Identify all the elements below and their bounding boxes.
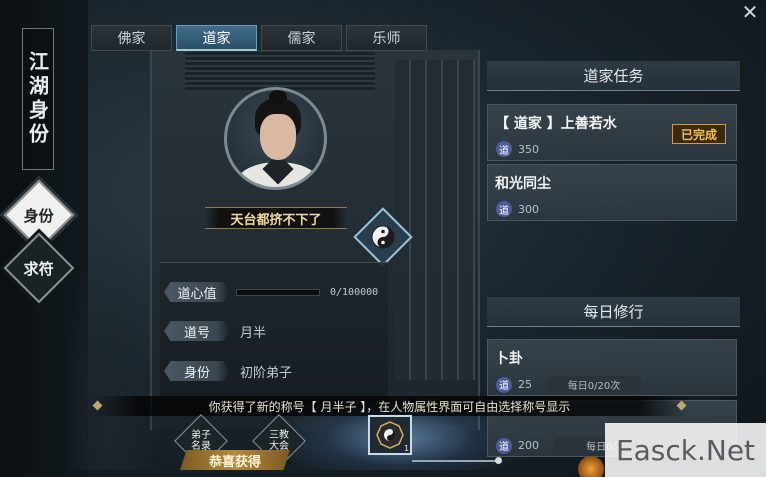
completed-badge: 已完成 [672, 124, 726, 144]
title-obtained-notice: 你获得了新的称号【 月半子 】，在人物属性界面可自由选择称号显示 [92, 396, 687, 416]
close-button[interactable]: ✕ [740, 2, 760, 22]
quest-title: 和光同尘 [495, 176, 551, 192]
tab-taoist[interactable]: 道家 [176, 25, 257, 51]
dao-point-icon: 道 [496, 437, 512, 454]
title-row: 道号 月半 [160, 319, 388, 343]
quest-panel-header: 道家任务 [487, 61, 740, 91]
gem-ornament-icon [676, 400, 687, 411]
daoxin-row: 道心值 0/100000 [160, 280, 388, 304]
background-lattice-door [395, 60, 475, 380]
quest-reward-value: 350 [518, 142, 539, 156]
quest-item[interactable]: 和光同尘 道 300 [487, 164, 737, 221]
dao-point-icon: 道 [496, 141, 512, 157]
daily-panel-header: 每日修行 [487, 297, 740, 327]
background-window-blind [185, 52, 375, 90]
tab-confucian[interactable]: 儒家 [261, 25, 342, 51]
rank-label: 身份 [164, 361, 230, 381]
quest-item[interactable]: 【 道家 】上善若水 道 350 已完成 [487, 104, 737, 161]
quest-title: 【 道家 】上善若水 [495, 116, 617, 132]
quest-reward: 道 300 [496, 201, 539, 217]
daoxin-label: 道心值 [164, 282, 230, 302]
daily-reward-value: 200 [518, 439, 539, 452]
background-bamboo [60, 230, 160, 470]
daoxin-value: 0/100000 [330, 286, 379, 298]
decor-line [412, 460, 500, 462]
daily-item[interactable]: 卜卦 道 25 每日0/20次 [487, 339, 737, 396]
daily-reward-value: 25 [518, 378, 532, 391]
daily-reward: 道 25 每日0/20次 [496, 376, 642, 393]
rank-value: 初阶弟子 [240, 365, 293, 381]
close-icon: ✕ [741, 0, 759, 24]
taiji-icon [371, 225, 395, 249]
bagua-icon [376, 421, 404, 449]
tab-buddhist[interactable]: 佛家 [91, 25, 172, 51]
congrats-ribbon: 恭喜获得 [180, 450, 290, 470]
daily-title: 卜卦 [495, 351, 523, 367]
title-label: 道号 [164, 321, 230, 341]
quest-reward-value: 300 [518, 202, 539, 216]
decor-dot [495, 457, 502, 464]
title-value: 月半 [240, 325, 267, 341]
nav-identity-label: 身份 [23, 206, 55, 225]
school-tabs: 佛家 道家 儒家 乐师 [91, 25, 427, 51]
character-avatar [224, 87, 327, 190]
quest-reward: 道 350 [496, 141, 539, 157]
orb-icon [578, 456, 604, 477]
stats-panel: 道心值 0/100000 道号 月半 身份 初阶弟子 [160, 262, 388, 402]
dao-point-icon: 道 [496, 201, 512, 217]
daily-count-badge: 每日0/20次 [546, 376, 642, 393]
gem-ornament-icon [92, 400, 103, 411]
page-title: 江湖身份 [22, 28, 54, 170]
nav-talisman-label: 求符 [23, 259, 55, 278]
watermark: Easck.Net [605, 423, 766, 477]
rank-row: 身份 初阶弟子 [160, 359, 388, 383]
dao-point-icon: 道 [496, 376, 512, 393]
reward-count: 1 [404, 444, 410, 453]
character-nameplate: 天台都挤不下了 [205, 207, 347, 229]
tab-musician[interactable]: 乐师 [346, 25, 427, 51]
daoxin-progress-bar [236, 288, 320, 296]
